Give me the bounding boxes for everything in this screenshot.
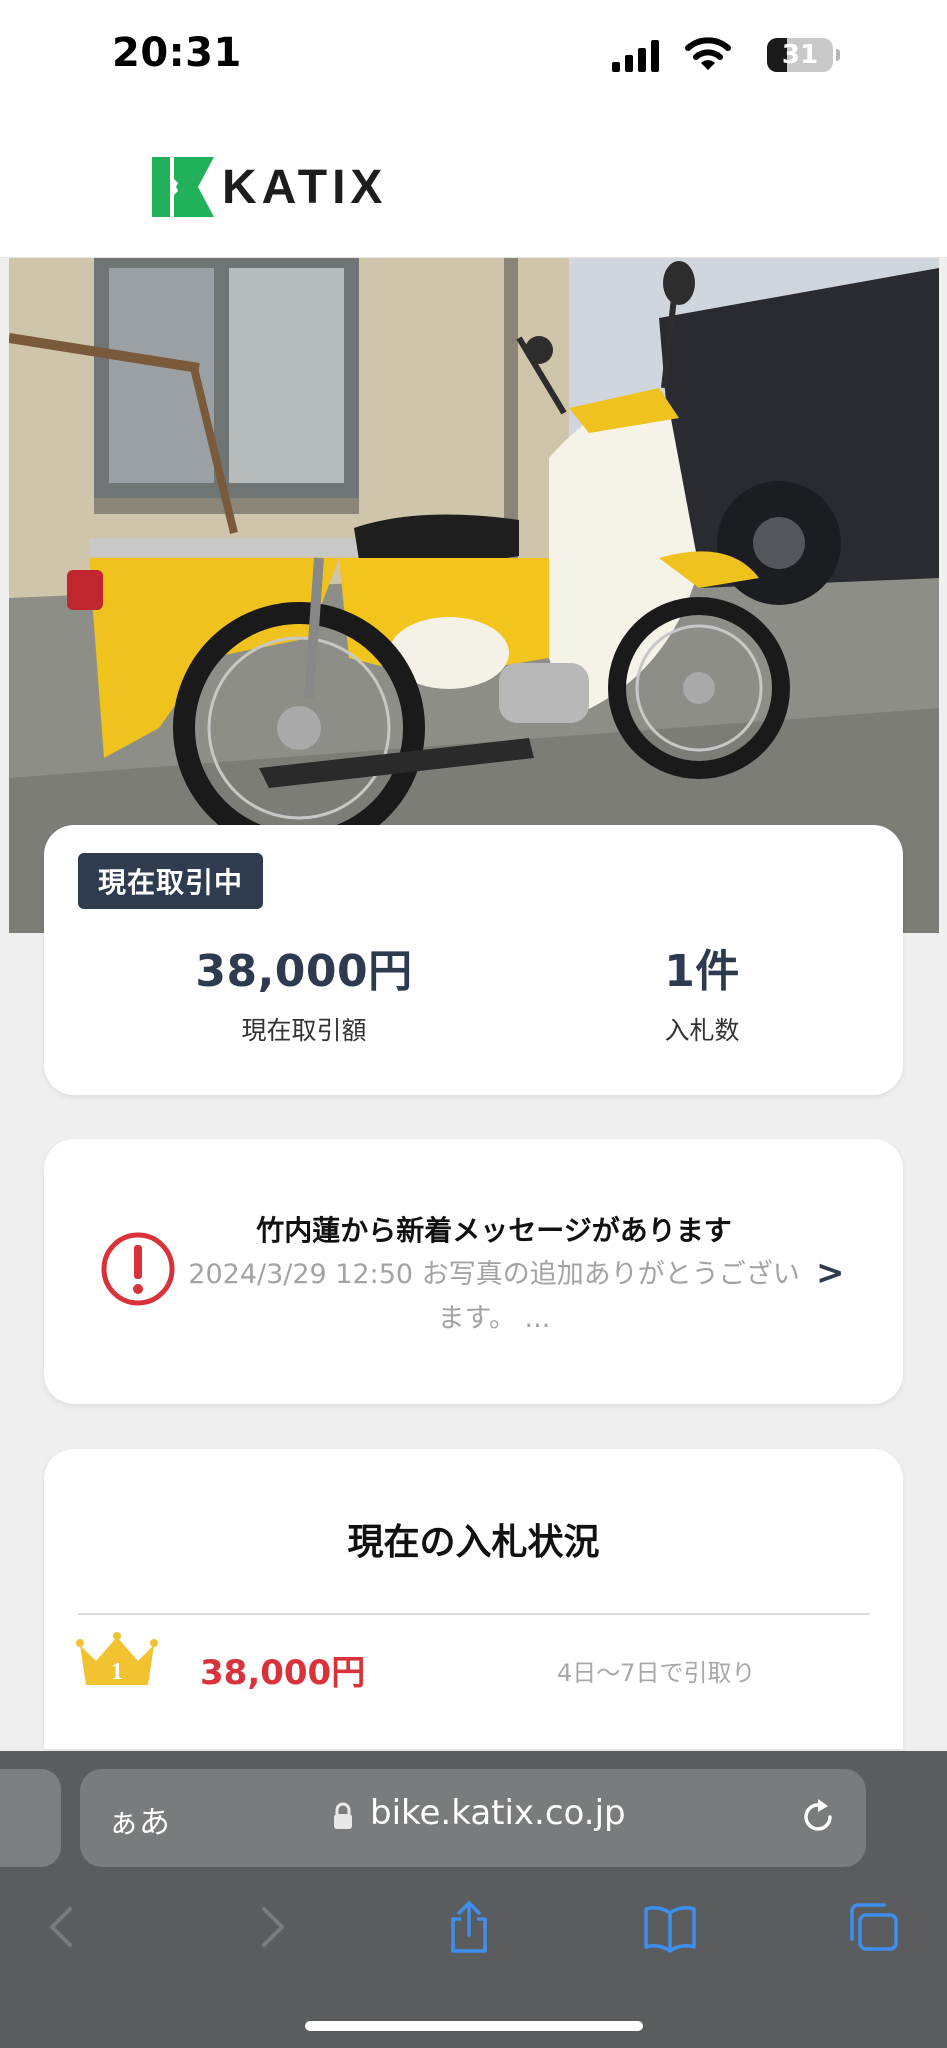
alert-icon — [101, 1232, 175, 1306]
katix-logo[interactable]: KATIX — [152, 156, 387, 218]
bid-count-label: 入札数 — [664, 1016, 740, 1045]
wifi-icon — [685, 37, 731, 70]
home-indicator[interactable] — [305, 2021, 643, 2031]
share-icon[interactable] — [441, 1899, 497, 1955]
bid-count-stat: 1件 入札数 — [542, 935, 862, 1047]
battery-icon: 31 — [767, 36, 877, 76]
battery-level: 31 — [781, 40, 819, 70]
bookmarks-icon[interactable] — [642, 1899, 698, 1955]
page-settings-button[interactable]: ぁあ — [108, 1797, 170, 1842]
forward-icon[interactable] — [242, 1899, 298, 1955]
deal-status-card: 現在取引中 38,000円 現在取引額 1件 入札数 — [44, 825, 903, 1095]
current-price-stat: 38,000円 現在取引額 — [144, 935, 464, 1047]
message-title: 竹内蓮から新着メッセージがあります — [256, 1214, 732, 1247]
battery-body: 31 — [767, 38, 833, 72]
bid-amount: 38,000円 — [200, 1653, 366, 1693]
message-preview: 2024/3/29 12:50 お写真の追加ありがとうございます。 ... — [188, 1259, 800, 1334]
status-time: 20:31 — [112, 30, 242, 76]
back-icon[interactable] — [36, 1899, 92, 1955]
status-badge: 現在取引中 — [78, 853, 264, 909]
divider — [78, 1613, 870, 1615]
battery-tip — [836, 49, 840, 61]
signal-icon — [612, 40, 659, 72]
bid-pickup-term: 4日〜7日で引取り — [557, 1659, 756, 1687]
bid-status-title: 現在の入札状況 — [347, 1522, 600, 1563]
crown-icon: 1 — [76, 1632, 158, 1685]
logo-text: KATIX — [222, 160, 388, 214]
bid-count-value: 1件 — [664, 946, 740, 997]
reload-icon[interactable] — [798, 1797, 838, 1837]
previous-tab-preview[interactable] — [0, 1769, 61, 1867]
lock-icon — [334, 1802, 352, 1829]
tabs-icon[interactable] — [844, 1899, 900, 1955]
current-price-value: 38,000円 — [195, 946, 413, 997]
status-icons: 31 — [577, 36, 877, 76]
current-price-label: 現在取引額 — [241, 1016, 367, 1045]
browser-toolbar: ぁあ bike.katix.co.jp — [0, 1751, 947, 2048]
status-bar: 20:31 31 — [0, 0, 947, 120]
bid-rank: 1 — [111, 1659, 123, 1685]
new-message-card[interactable]: 竹内蓮から新着メッセージがあります 2024/3/29 12:50 お写真の追加… — [44, 1139, 903, 1404]
bid-status-card: 現在の入札状況 1 38,000円 4日〜7日で引取り — [44, 1449, 903, 1749]
url-text[interactable]: bike.katix.co.jp — [370, 1793, 626, 1833]
katix-logo-mark-icon — [152, 157, 214, 217]
address-bar[interactable]: ぁあ bike.katix.co.jp — [80, 1769, 866, 1867]
site-header: KATIX — [0, 120, 947, 258]
chevron-right-icon[interactable]: > — [816, 1253, 845, 1293]
